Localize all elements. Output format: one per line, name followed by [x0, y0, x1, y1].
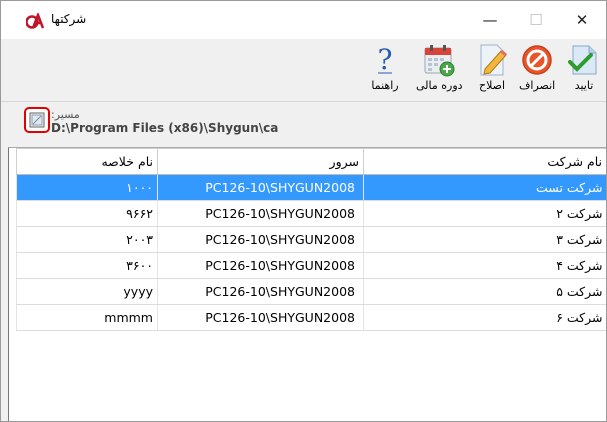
- calendar-icon: [424, 45, 455, 77]
- close-icon: ✕: [575, 11, 589, 29]
- cell-name: شرکت ۴: [363, 252, 606, 279]
- window-title: شرکتها: [51, 12, 87, 26]
- companies-table: نام خلاصه سرور نام شرکت ۱۰۰۰ PC126-10\SH…: [16, 148, 606, 331]
- cell-abbr: ۲۰۰۳: [16, 226, 158, 253]
- table-row[interactable]: mmmm PC126-10\SHYGUN2008 شرکت ۶: [16, 304, 606, 331]
- maximize-icon: ☐: [529, 11, 543, 29]
- path-value: D:\Program Files (x86)\Shygun\ca: [51, 121, 279, 135]
- cell-abbr: mmmm: [16, 304, 158, 331]
- table-row[interactable]: ۲۰۰۳ PC126-10\SHYGUN2008 شرکت ۳: [16, 226, 606, 253]
- cell-abbr: ۹۶۶۲: [16, 200, 158, 227]
- cell-name: شرکت ۶: [363, 304, 606, 331]
- cell-abbr: ۱۰۰۰: [16, 174, 158, 201]
- fiscal-period-button[interactable]: دوره مالی: [416, 43, 463, 99]
- toolbar: تایید انصراف اصلاح دوره مالی ? راهنما: [1, 39, 606, 102]
- question-icon: ?: [377, 43, 392, 76]
- cell-name: شرکت ۲: [363, 200, 606, 227]
- table-header-row: نام خلاصه سرور نام شرکت: [16, 148, 606, 175]
- row-indicator-column: [9, 148, 16, 421]
- edit-button[interactable]: اصلاح: [475, 43, 509, 99]
- table-row[interactable]: yyyy PC126-10\SHYGUN2008 شرکت ۵: [16, 278, 606, 305]
- cell-server: PC126-10\SHYGUN2008: [157, 174, 364, 201]
- fiscal-period-label: دوره مالی: [416, 79, 463, 92]
- approve-button[interactable]: تایید: [567, 43, 601, 99]
- cell-abbr: yyyy: [16, 278, 158, 305]
- cell-server: PC126-10\SHYGUN2008: [157, 226, 364, 253]
- browse-path-button[interactable]: [24, 107, 50, 133]
- table-row[interactable]: ۳۶۰۰ PC126-10\SHYGUN2008 شرکت ۴: [16, 252, 606, 279]
- cell-server: PC126-10\SHYGUN2008: [157, 252, 364, 279]
- approve-label: تایید: [574, 79, 594, 92]
- cell-name: شرکت تست: [363, 174, 606, 201]
- cell-name: شرکت ۵: [363, 278, 606, 305]
- cell-server: PC126-10\SHYGUN2008: [157, 278, 364, 305]
- cell-server: PC126-10\SHYGUN2008: [157, 200, 364, 227]
- help-label: راهنما: [371, 79, 399, 92]
- maximize-button[interactable]: ☐: [514, 1, 558, 39]
- cell-server: PC126-10\SHYGUN2008: [157, 304, 364, 331]
- checkmark-document-icon: [568, 45, 597, 75]
- pencil-edit-icon: [480, 44, 507, 76]
- cell-name: شرکت ۳: [363, 226, 606, 253]
- column-header-abbr[interactable]: نام خلاصه: [16, 148, 158, 175]
- minimize-button[interactable]: —: [468, 1, 512, 39]
- table-row[interactable]: ۱۰۰۰ PC126-10\SHYGUN2008 شرکت تست: [16, 174, 606, 201]
- column-header-server[interactable]: سرور: [157, 148, 364, 175]
- minimize-icon: —: [482, 11, 498, 29]
- title-bar: ✕ ☐ — شرکتها: [1, 1, 606, 39]
- help-button[interactable]: ? راهنما: [368, 43, 402, 99]
- cancel-button[interactable]: انصراف: [519, 43, 555, 99]
- path-label: مسیر:: [51, 108, 80, 121]
- edit-label: اصلاح: [478, 79, 506, 92]
- svg-text:?: ?: [377, 43, 392, 76]
- cancel-label: انصراف: [519, 79, 556, 92]
- browse-folder-icon: [29, 112, 45, 128]
- table-row[interactable]: ۹۶۶۲ PC126-10\SHYGUN2008 شرکت ۲: [16, 200, 606, 227]
- no-entry-icon: [522, 45, 552, 75]
- companies-window: ✕ ☐ — شرکتها تایید انصراف اصلاح دوره مال…: [0, 0, 607, 422]
- close-button[interactable]: ✕: [560, 1, 604, 39]
- companies-table-container: نام خلاصه سرور نام شرکت ۱۰۰۰ PC126-10\SH…: [8, 147, 606, 421]
- app-logo-icon: [25, 11, 45, 29]
- cell-abbr: ۳۶۰۰: [16, 252, 158, 279]
- column-header-name[interactable]: نام شرکت: [363, 148, 606, 175]
